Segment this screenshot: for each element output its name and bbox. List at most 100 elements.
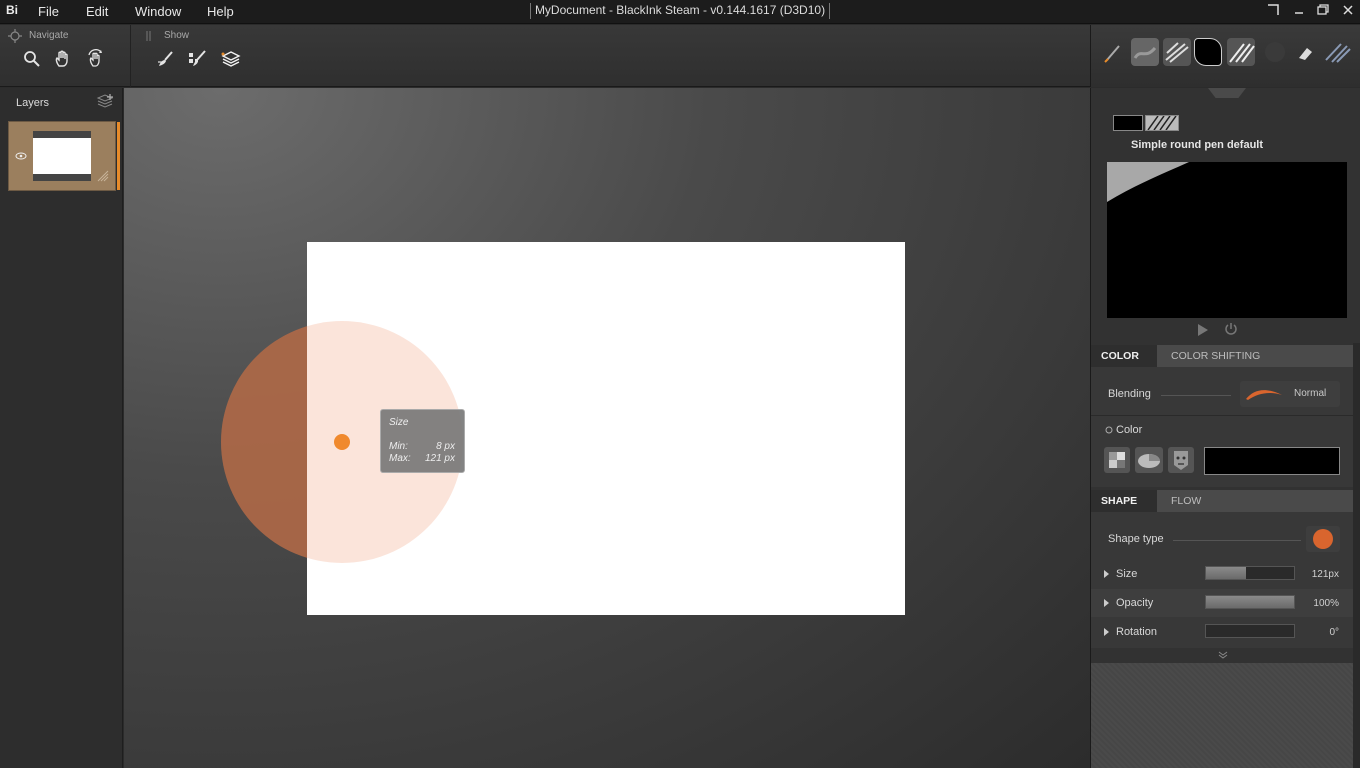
minimize-icon — [1295, 12, 1303, 14]
brush-settings-panel: Simple round pen default COLOR COLOR SHI… — [1090, 88, 1360, 768]
color-picker-button[interactable] — [1168, 447, 1194, 473]
layer-options-icon[interactable] — [97, 170, 109, 182]
menu-edit[interactable]: Edit — [86, 4, 108, 19]
brush-slot-ink-splash[interactable] — [1163, 38, 1191, 66]
rotate-hand-icon — [88, 49, 102, 67]
window-title: MyDocument - BlackInk Steam - v0.144.161… — [530, 3, 830, 19]
show-brushes-button[interactable] — [156, 49, 176, 69]
preview-power-button[interactable] — [1224, 322, 1238, 336]
zoom-tool-button[interactable] — [22, 49, 42, 69]
tab-color-shifting[interactable]: COLOR SHIFTING — [1161, 345, 1270, 367]
tooltip-max-value: 121 px — [424, 453, 455, 464]
panel-empty-area — [1091, 663, 1353, 768]
maximize-button[interactable] — [1315, 3, 1331, 19]
close-icon — [1343, 5, 1353, 15]
expand-opacity-icon[interactable] — [1104, 599, 1109, 607]
panel-scrollbar[interactable] — [1353, 343, 1360, 768]
size-value[interactable]: 121px — [1295, 569, 1339, 580]
shape-section: Shape type Size 121px Opacity 100% Rotat… — [1091, 512, 1353, 648]
corner-icon — [1268, 4, 1279, 15]
color-radio-icon[interactable] — [1105, 426, 1113, 434]
show-label: Show — [164, 30, 190, 41]
brush-slot-round-pen[interactable] — [1194, 38, 1222, 66]
eye-icon[interactable] — [15, 152, 27, 160]
menu-help[interactable]: Help — [207, 4, 234, 19]
show-group: Show — [132, 25, 262, 87]
show-palettes-button[interactable] — [187, 49, 207, 69]
expand-more-icon[interactable] — [1217, 650, 1229, 660]
blend-stroke-icon — [1325, 43, 1351, 63]
canvas-area[interactable]: Size Min: 8 px Max: 121 px — [124, 88, 1090, 768]
brush-strip-toggle[interactable] — [1208, 88, 1246, 98]
shape-type-label: Shape type — [1108, 533, 1164, 545]
size-label: Size — [1116, 568, 1138, 580]
size-slider[interactable] — [1205, 566, 1295, 580]
color-grid-button[interactable] — [1104, 447, 1130, 473]
menu-window[interactable]: Window — [135, 4, 181, 19]
close-button[interactable] — [1340, 3, 1356, 19]
grip-icon — [146, 31, 151, 41]
opacity-label: Opacity — [1116, 597, 1154, 609]
soft-brush-icon — [1265, 42, 1285, 62]
app-logo: Bi — [6, 3, 18, 17]
round-shape-icon — [1313, 529, 1333, 549]
menu-file[interactable]: File — [38, 4, 59, 19]
tab-flow[interactable]: FLOW — [1161, 490, 1211, 512]
tooltip-min-label: Min: — [389, 441, 408, 452]
restore-layout-button[interactable] — [1265, 3, 1281, 19]
opacity-value[interactable]: 100% — [1295, 598, 1339, 609]
param-row-size: Size 121px — [1091, 560, 1353, 588]
brush-slot-hatching[interactable] — [1227, 38, 1255, 66]
brush-slot-charcoal[interactable] — [1131, 38, 1159, 66]
magnifier-icon — [24, 51, 40, 67]
rotate-tool-button[interactable] — [86, 49, 106, 69]
layer-item[interactable] — [8, 121, 116, 191]
power-icon — [1225, 323, 1237, 335]
rotation-value[interactable]: 0° — [1295, 627, 1339, 638]
rotation-slider[interactable] — [1205, 624, 1295, 638]
tab-color[interactable]: COLOR — [1091, 345, 1157, 367]
play-icon — [1198, 324, 1208, 336]
brush-slot-eraser[interactable] — [1291, 38, 1319, 66]
ink-stroke-icon — [1165, 42, 1189, 63]
add-layer-icon — [96, 94, 114, 108]
show-layers-button[interactable] — [221, 49, 241, 69]
blending-swoosh-icon — [1246, 390, 1282, 400]
pan-tool-button[interactable] — [53, 49, 73, 69]
opacity-slider[interactable] — [1205, 595, 1295, 609]
layers-panel: Layers — [0, 88, 123, 768]
blending-mode-select[interactable]: Normal — [1240, 381, 1340, 407]
pencil-brush-icon — [1104, 45, 1120, 63]
brush-strip — [1090, 25, 1360, 87]
param-row-opacity: Opacity 100% — [1091, 589, 1353, 617]
preset-swatch-solid[interactable] — [1113, 115, 1143, 131]
eraser-icon — [1299, 48, 1312, 60]
expand-size-icon[interactable] — [1104, 570, 1109, 578]
add-layer-button[interactable] — [96, 94, 114, 110]
color-section: Blending Normal Color — [1091, 367, 1353, 487]
brush-slot-soft[interactable] — [1261, 38, 1289, 66]
minimize-button[interactable] — [1291, 3, 1307, 19]
tooltip-title: Size — [389, 417, 409, 428]
tab-shape[interactable]: SHAPE — [1091, 490, 1157, 512]
shape-type-select[interactable] — [1306, 526, 1340, 552]
blending-label: Blending — [1108, 388, 1151, 400]
brush-cursor-dot — [334, 434, 350, 450]
size-tooltip: Size Min: 8 px Max: 121 px — [380, 409, 465, 473]
stroke-preview-shape — [1107, 162, 1189, 202]
maximize-icon — [1317, 4, 1329, 15]
charcoal-stroke-icon — [1133, 46, 1157, 59]
preset-swatch-hatch[interactable] — [1145, 115, 1179, 131]
play-preview-button[interactable] — [1197, 323, 1209, 337]
expand-rotation-icon[interactable] — [1104, 628, 1109, 636]
palette-brush-icon — [189, 50, 206, 66]
current-color-swatch[interactable] — [1204, 447, 1340, 475]
color-grid-icon — [1109, 452, 1125, 468]
layer-thumbnail — [33, 131, 91, 181]
tooltip-min-value: 8 px — [436, 441, 455, 452]
brush-slot-blend[interactable] — [1323, 38, 1351, 66]
color-wheel-button[interactable] — [1135, 447, 1163, 473]
brush-slot-pencil[interactable] — [1099, 38, 1127, 66]
hatch-icon — [1147, 115, 1177, 131]
stroke-preview — [1107, 162, 1347, 318]
